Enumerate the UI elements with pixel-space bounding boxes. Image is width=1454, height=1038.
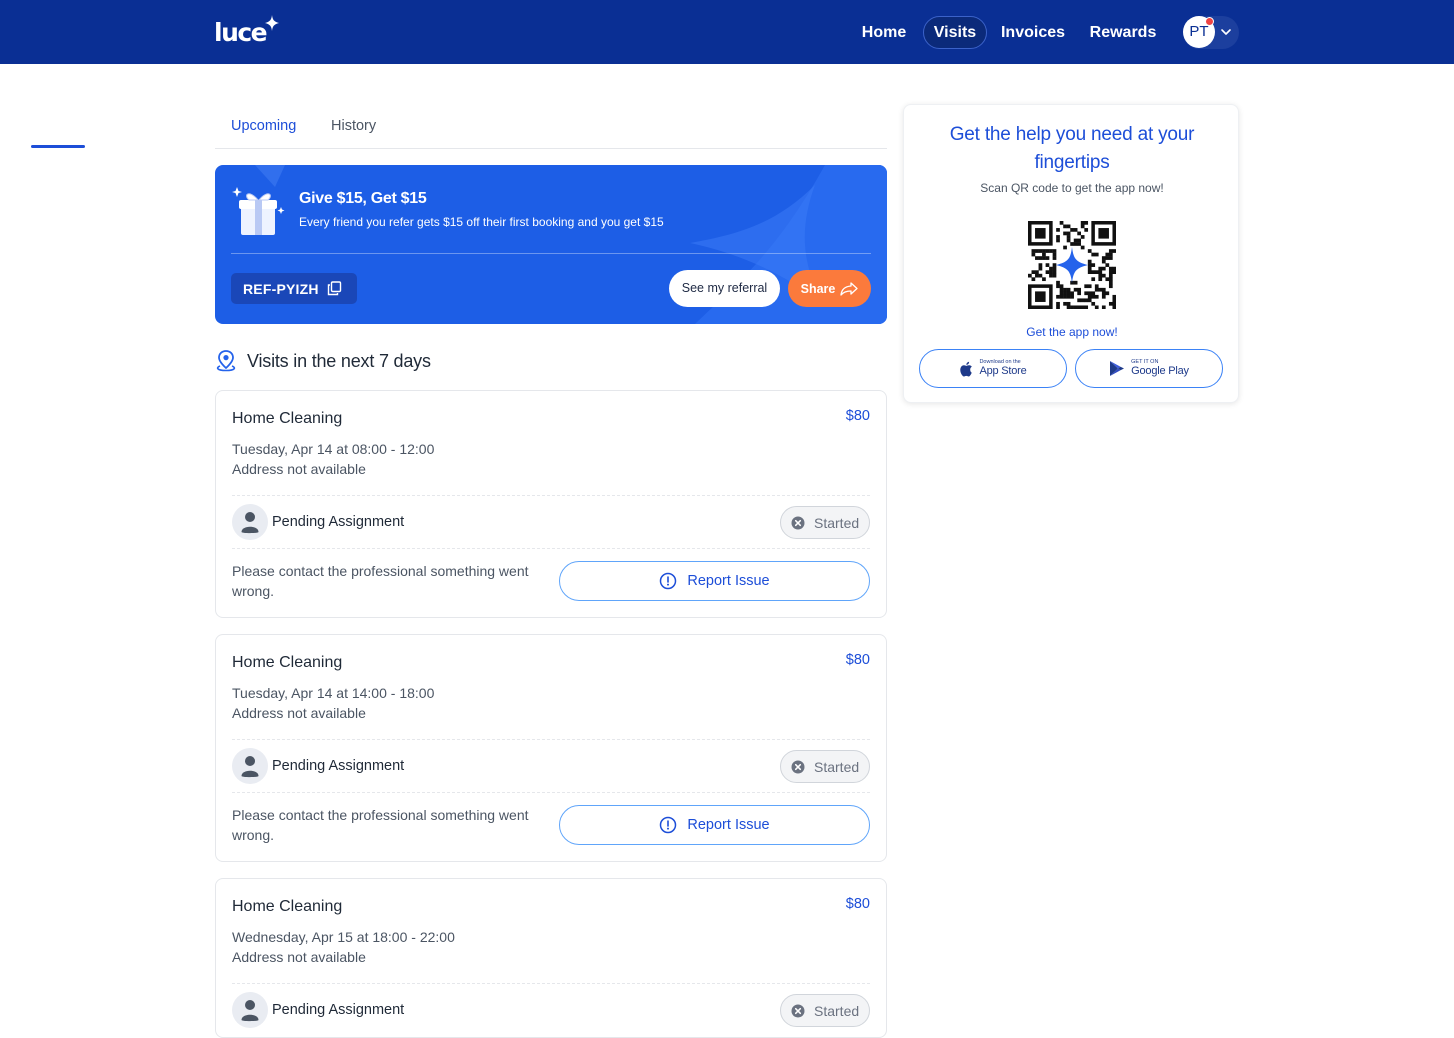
google-play-icon: [1110, 361, 1125, 376]
visit-address: Address not available: [232, 705, 366, 721]
divider: [232, 739, 870, 740]
visit-card[interactable]: Home Cleaning $80 Wednesday, Apr 15 at 1…: [215, 878, 887, 1038]
qr-code: [1028, 221, 1116, 309]
account-menu[interactable]: PT: [1183, 16, 1239, 49]
section-heading: Visits in the next 7 days: [215, 348, 431, 374]
get-app-label: Get the app now!: [1026, 325, 1118, 339]
copy-icon: [327, 281, 341, 296]
divider: [232, 548, 870, 549]
referral-subtitle: Every friend you refer gets $15 off thei…: [299, 215, 664, 229]
nav-rewards[interactable]: Rewards: [1084, 16, 1162, 49]
close-circle-icon: [791, 1004, 805, 1017]
tab-history[interactable]: History: [331, 118, 376, 149]
referral-banner: Give $15, Get $15 Every friend you refer…: [215, 165, 887, 324]
gift-icon: [232, 187, 285, 235]
report-issue-button[interactable]: Report Issue: [559, 805, 870, 845]
location-pin-icon: [216, 350, 236, 372]
app-promo-title: Get the help you need at your fingertips: [949, 124, 1195, 173]
report-issue-label: Report Issue: [687, 573, 770, 589]
professional-name: Pending Assignment: [272, 514, 405, 530]
nav-invoices[interactable]: Invoices: [996, 16, 1070, 49]
nav-visits[interactable]: Visits: [923, 16, 987, 49]
report-issue-label: Report Issue: [687, 817, 770, 833]
status-badge: Started: [780, 994, 870, 1027]
google-play-label: Google Play: [1131, 364, 1189, 377]
chevron-down-icon: [1221, 29, 1231, 35]
share-icon: [840, 281, 859, 296]
professional-avatar: [232, 992, 268, 1028]
visit-price: $80: [845, 652, 870, 668]
divider: [231, 253, 871, 254]
status-badge: Started: [780, 750, 870, 783]
visit-time: Tuesday, Apr 14 at 08:00 - 12:00: [232, 441, 435, 457]
visit-time: Tuesday, Apr 14 at 14:00 - 18:00: [232, 685, 435, 701]
logo-text: luce: [214, 18, 268, 47]
professional-name: Pending Assignment: [272, 758, 405, 774]
visit-note: Please contact the professional somethin…: [232, 563, 529, 599]
app-download-panel: Get the help you need at your fingertips…: [903, 104, 1239, 403]
visit-tabs: Upcoming History: [215, 108, 887, 149]
active-tab-indicator: [31, 145, 85, 148]
divider: [232, 983, 870, 984]
report-issue-button[interactable]: Report Issue: [559, 561, 870, 601]
visit-note: Please contact the professional somethin…: [232, 807, 529, 843]
luce-logo[interactable]: luce: [214, 15, 280, 50]
user-icon: [241, 1000, 259, 1022]
visit-address: Address not available: [232, 461, 366, 477]
alert-circle-icon: [660, 816, 677, 834]
app-store-label: App Store: [979, 364, 1027, 377]
status-badge: Started: [780, 506, 870, 539]
google-play-button[interactable]: GET IT ON Google Play: [1075, 349, 1223, 388]
status-label: Started: [814, 758, 860, 775]
referral-title: Give $15, Get $15: [299, 190, 427, 207]
close-circle-icon: [791, 760, 805, 773]
status-label: Started: [814, 1002, 860, 1019]
visit-time: Wednesday, Apr 15 at 18:00 - 22:00: [232, 929, 455, 945]
section-title: Visits in the next 7 days: [247, 350, 431, 371]
divider: [232, 792, 870, 793]
service-name: Home Cleaning: [232, 654, 343, 671]
referral-code: REF-PYIZH: [243, 280, 319, 297]
professional-avatar: [232, 748, 268, 784]
status-label: Started: [814, 514, 860, 531]
close-circle-icon: [791, 516, 805, 529]
referral-code-copy[interactable]: REF-PYIZH: [231, 273, 357, 304]
user-icon: [241, 512, 259, 534]
apple-icon: [960, 361, 973, 376]
nav-home[interactable]: Home: [855, 16, 913, 49]
service-name: Home Cleaning: [232, 898, 343, 915]
share-button[interactable]: Share: [788, 270, 871, 307]
professional-avatar: [232, 504, 268, 540]
share-label: Share: [800, 281, 836, 296]
divider: [232, 495, 870, 496]
user-icon: [241, 756, 259, 778]
visit-price: $80: [845, 408, 870, 424]
visit-card[interactable]: Home Cleaning $80 Tuesday, Apr 14 at 08:…: [215, 390, 887, 618]
app-store-button[interactable]: Download on the App Store: [919, 349, 1067, 388]
sparkle-icon: [265, 15, 280, 31]
visit-card[interactable]: Home Cleaning $80 Tuesday, Apr 14 at 14:…: [215, 634, 887, 862]
app-promo-subtitle: Scan QR code to get the app now!: [980, 181, 1164, 195]
visit-address: Address not available: [232, 949, 366, 965]
professional-name: Pending Assignment: [272, 1002, 405, 1018]
alert-circle-icon: [660, 572, 677, 590]
service-name: Home Cleaning: [232, 410, 343, 427]
top-navigation-bar: luce Home Visits Invoices Rewards PT: [0, 0, 1454, 64]
tab-upcoming[interactable]: Upcoming: [231, 118, 296, 149]
see-referral-button[interactable]: See my referral: [669, 270, 780, 307]
visit-price: $80: [845, 896, 870, 912]
notification-dot: [1205, 17, 1214, 26]
